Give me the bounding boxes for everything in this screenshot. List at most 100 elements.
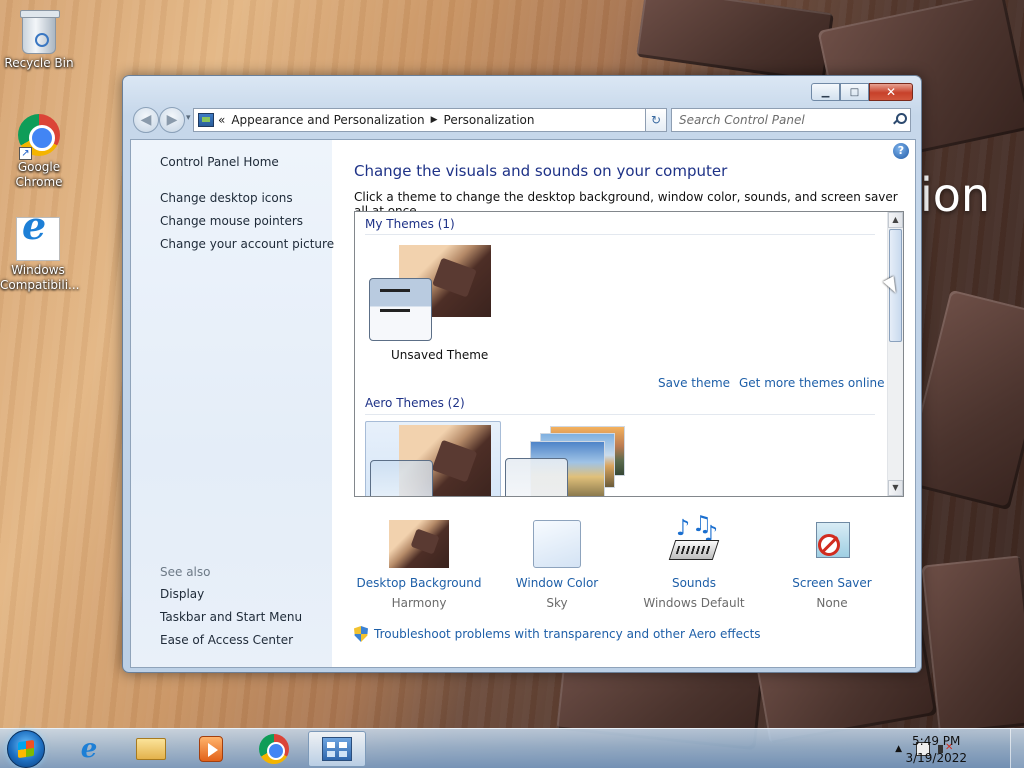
taskbar-control-panel[interactable]	[308, 731, 366, 767]
tile-label: Window Color	[515, 576, 599, 590]
desktop-background-tile[interactable]: Desktop Background Harmony	[354, 520, 484, 610]
main-content: ? Change the visuals and sounds on your …	[332, 140, 915, 667]
theme-settings-tiles: Desktop Background Harmony Window Color …	[332, 510, 915, 610]
address-overflow-chevron[interactable]: «	[218, 113, 225, 127]
see-also-heading: See also	[160, 565, 211, 579]
search-box[interactable]	[671, 108, 911, 132]
my-themes-heading: My Themes (1)	[365, 217, 455, 231]
window-content: Control Panel Home Change desktop icons …	[130, 139, 916, 668]
folder-icon	[136, 738, 166, 760]
taskbar-file-explorer[interactable]	[122, 731, 180, 767]
tile-value: Windows Default	[643, 596, 745, 610]
page-title: Change the visuals and sounds on your co…	[354, 162, 728, 180]
desktop-icon-recycle-bin[interactable]: Recycle Bin	[1, 8, 77, 71]
sidebar-taskbar-start-menu[interactable]: Taskbar and Start Menu	[160, 610, 302, 624]
window-controls: ▁ □ ✕	[811, 83, 913, 101]
security-shield-icon	[354, 626, 368, 642]
breadcrumb-personalization[interactable]: Personalization	[444, 113, 535, 127]
taskbar-internet-explorer[interactable]: e	[60, 731, 118, 767]
window-color-preview	[370, 460, 433, 496]
aero-themes-heading: Aero Themes (2)	[365, 396, 465, 410]
sidebar-change-account-picture[interactable]: Change your account picture	[160, 237, 334, 251]
tile-value: Sky	[546, 596, 568, 610]
taskbar-google-chrome[interactable]	[245, 731, 303, 767]
scroll-down-icon[interactable]: ▼	[888, 480, 903, 496]
close-icon: ✕	[885, 85, 897, 99]
maximize-button[interactable]: □	[840, 83, 869, 101]
minimize-button[interactable]: ▁	[811, 83, 840, 101]
theme-label: Unsaved Theme	[391, 348, 489, 362]
wallpaper-chocolate	[921, 555, 1024, 735]
refresh-button[interactable]: ↻	[645, 108, 667, 132]
screen-saver-tile[interactable]: Screen Saver None	[767, 520, 897, 610]
forward-arrow-icon: ▶	[166, 112, 178, 128]
wallpaper-text: ion	[920, 168, 991, 222]
back-arrow-icon: ◀	[140, 112, 152, 128]
clock[interactable]: 5:49 PM 3/19/2022	[905, 733, 967, 767]
control-panel-icon	[198, 113, 214, 127]
troubleshoot-label: Troubleshoot problems with transparency …	[374, 627, 761, 641]
taskbar-media-player[interactable]	[182, 731, 240, 767]
internet-explorer-icon: e	[16, 207, 60, 261]
window-color-icon	[527, 520, 587, 568]
window-color-preview	[505, 458, 568, 496]
theme-list: My Themes (1) Unsaved Theme Save theme G…	[354, 211, 904, 497]
sounds-icon: ♪ ♫ ♪	[664, 512, 724, 568]
screen-saver-icon	[802, 520, 862, 568]
chrome-icon: ↗	[17, 114, 61, 160]
theme-list-scrollbar[interactable]: ▲ ▼	[887, 212, 903, 496]
start-button[interactable]	[7, 730, 45, 768]
tile-value: None	[816, 596, 848, 610]
theme-unsaved[interactable]: Unsaved Theme	[369, 245, 494, 365]
maximize-icon: □	[849, 86, 860, 98]
sidebar-change-mouse-pointers[interactable]: Change mouse pointers	[160, 214, 303, 228]
chrome-icon	[259, 734, 289, 764]
sidebar: Control Panel Home Change desktop icons …	[131, 140, 334, 667]
address-bar[interactable]: « Appearance and Personalization ▶ Perso…	[193, 108, 663, 132]
section-divider	[365, 234, 875, 235]
save-theme-link[interactable]: Save theme	[658, 376, 730, 390]
section-divider	[365, 414, 875, 415]
help-icon[interactable]: ?	[893, 143, 909, 159]
recent-pages-dropdown[interactable]: ▾	[186, 113, 191, 123]
show-desktop-button[interactable]	[1010, 729, 1024, 768]
theme-landscapes[interactable]	[505, 421, 630, 496]
internet-explorer-icon: e	[80, 734, 98, 764]
tile-label: Desktop Background	[356, 576, 482, 590]
get-more-themes-link[interactable]: Get more themes online	[739, 376, 885, 390]
desktop-background-icon	[389, 520, 449, 568]
show-hidden-icons-icon[interactable]: ▲	[895, 744, 902, 754]
theme-harmony[interactable]	[365, 421, 501, 496]
sidebar-change-desktop-icons[interactable]: Change desktop icons	[160, 191, 293, 205]
desktop-icon-windows-compatibility[interactable]: e Windows Compatibili...	[0, 207, 79, 293]
taskbar: e ▲ 5:49 PM 3/19/2022	[0, 728, 1024, 768]
desktop-icon-google-chrome[interactable]: ↗ Google Chrome	[1, 114, 77, 190]
tile-label: Sounds	[671, 576, 717, 590]
sidebar-ease-of-access[interactable]: Ease of Access Center	[160, 633, 293, 647]
window-color-preview	[369, 278, 432, 341]
back-button[interactable]: ◀	[133, 107, 159, 133]
sidebar-display[interactable]: Display	[160, 587, 204, 601]
tile-label: Screen Saver	[792, 576, 872, 590]
search-input[interactable]	[679, 113, 889, 127]
scroll-up-icon[interactable]: ▲	[888, 212, 903, 228]
search-icon[interactable]	[893, 113, 907, 125]
shortcut-arrow-icon: ↗	[19, 147, 32, 160]
desktop-icon-label: Google Chrome	[15, 160, 63, 189]
tile-value: Harmony	[391, 596, 447, 610]
sidebar-control-panel-home[interactable]: Control Panel Home	[160, 155, 279, 169]
troubleshoot-link[interactable]: Troubleshoot problems with transparency …	[354, 626, 761, 642]
refresh-icon: ↻	[650, 113, 662, 127]
sounds-tile[interactable]: ♪ ♫ ♪ Sounds Windows Default	[629, 512, 759, 610]
breadcrumb-separator-icon[interactable]: ▶	[431, 115, 438, 125]
breadcrumb-appearance[interactable]: Appearance and Personalization	[231, 113, 424, 127]
clock-date: 3/19/2022	[905, 751, 967, 765]
forward-button[interactable]: ▶	[159, 107, 185, 133]
control-panel-icon	[322, 737, 352, 761]
window-color-tile[interactable]: Window Color Sky	[492, 520, 622, 610]
close-button[interactable]: ✕	[869, 83, 913, 101]
recycle-bin-icon	[20, 10, 60, 54]
navigation-bar: ◀ ▶ ▾ « Appearance and Personalization ▶…	[131, 106, 913, 134]
clock-time: 5:49 PM	[912, 734, 961, 748]
media-player-icon	[199, 736, 223, 762]
